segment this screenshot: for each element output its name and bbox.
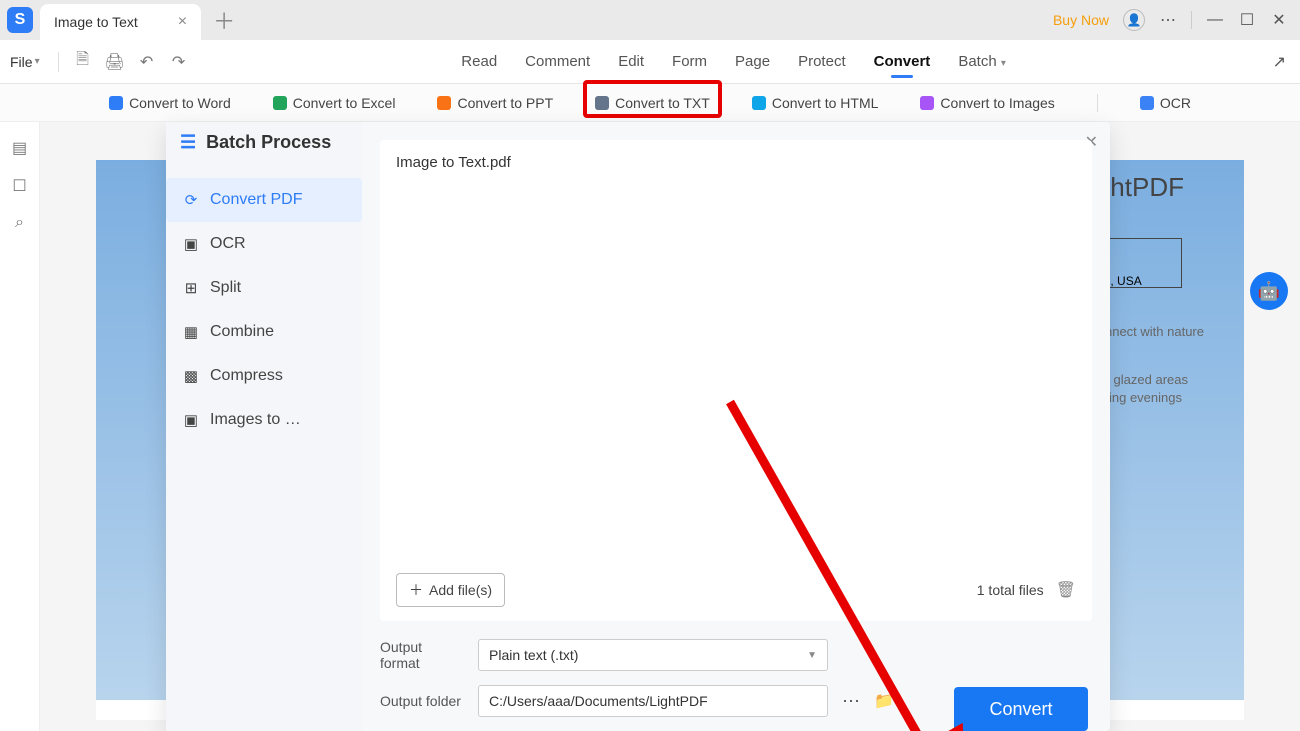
close-window-icon[interactable]: ✕ [1270, 10, 1288, 30]
html-icon [752, 96, 766, 110]
sidebar-item-combine[interactable]: ▦Combine [166, 310, 362, 354]
ppt-icon [437, 96, 451, 110]
file-menu[interactable]: File▾ [0, 54, 50, 70]
menu-comment[interactable]: Comment [525, 47, 590, 76]
file-list: Image to Text.pdf ＋ Add file(s) 1 total … [380, 140, 1092, 621]
file-row[interactable]: Image to Text.pdf [396, 154, 1076, 171]
assistant-button[interactable]: 🤖 [1250, 272, 1288, 310]
output-format-label: Output format [380, 639, 464, 671]
popout-icon[interactable]: ↗ [1273, 52, 1286, 72]
app-logo: S [7, 7, 33, 33]
txt-icon [595, 96, 609, 110]
sidebar-item-ocr[interactable]: ▣OCR [166, 222, 362, 266]
new-tab-button[interactable]: ＋ [213, 4, 235, 36]
split-icon: ⊞ [182, 279, 200, 297]
menu-convert[interactable]: Convert [874, 47, 931, 76]
convert-to-excel[interactable]: Convert to Excel [273, 95, 396, 111]
thumbnails-icon[interactable]: ▤ [12, 138, 27, 158]
convert-to-txt[interactable]: Convert to TXT [595, 95, 710, 111]
menu-page[interactable]: Page [735, 47, 770, 76]
menu-protect[interactable]: Protect [798, 47, 846, 76]
toolbar: File▾ 🗎 🖨 ↶ ↷ Read Comment Edit Form Pag… [0, 40, 1300, 84]
convert-button[interactable]: Convert [954, 687, 1088, 731]
tab-title: Image to Text [54, 14, 138, 30]
word-icon [109, 96, 123, 110]
document-tab[interactable]: Image to Text × [40, 4, 201, 40]
image-icon: ▣ [182, 411, 200, 429]
buy-now-link[interactable]: Buy Now [1053, 12, 1109, 28]
browse-more-icon[interactable]: ⋯ [842, 691, 860, 712]
convert-ribbon: Convert to Word Convert to Excel Convert… [0, 84, 1300, 122]
undo-icon[interactable]: ↶ [137, 52, 157, 72]
combine-icon: ▦ [182, 323, 200, 341]
add-files-button[interactable]: ＋ Add file(s) [396, 573, 505, 607]
compress-icon: ▩ [182, 367, 200, 385]
convert-to-images[interactable]: Convert to Images [920, 95, 1054, 111]
menu-edit[interactable]: Edit [618, 47, 644, 76]
convert-to-ppt[interactable]: Convert to PPT [437, 95, 553, 111]
batch-process-dialog: ☰ Batch Process — ✕ ⟳Convert PDF ▣OCR ⊞S… [166, 122, 1110, 731]
ocr-icon [1140, 96, 1154, 110]
convert-to-word[interactable]: Convert to Word [109, 95, 231, 111]
images-icon [920, 96, 934, 110]
left-sidebar: ▤ ☐ ⌕ [0, 122, 40, 731]
print-icon[interactable]: 🖨 [105, 52, 125, 72]
bookmark-icon[interactable]: ☐ [12, 176, 26, 196]
redo-icon[interactable]: ↷ [169, 52, 189, 72]
dialog-sidebar: ⟳Convert PDF ▣OCR ⊞Split ▦Combine ▩Compr… [166, 122, 362, 731]
search-icon[interactable]: ⌕ [15, 214, 24, 232]
output-format-select[interactable]: Plain text (.txt) ▼ [478, 639, 828, 671]
folder-icon[interactable]: 📁 [874, 691, 894, 711]
ribbon-ocr[interactable]: OCR [1140, 95, 1191, 111]
title-bar: S Image to Text × ＋ Buy Now 👤 ⋯ — ☐ ✕ [0, 0, 1300, 40]
close-tab-icon[interactable]: × [178, 13, 187, 31]
sidebar-item-images-to[interactable]: ▣Images to … [166, 398, 362, 442]
dialog-title: ☰ Batch Process [180, 132, 331, 153]
plus-icon: ＋ [409, 580, 423, 600]
sidebar-item-convert-pdf[interactable]: ⟳Convert PDF [166, 178, 362, 222]
dialog-main: Image to Text.pdf ＋ Add file(s) 1 total … [362, 122, 1110, 731]
total-files-label: 1 total files [977, 582, 1044, 598]
convert-to-html[interactable]: Convert to HTML [752, 95, 879, 111]
excel-icon [273, 96, 287, 110]
ocr-icon: ▣ [182, 235, 200, 253]
avatar-icon[interactable]: 👤 [1123, 9, 1145, 31]
sidebar-item-compress[interactable]: ▩Compress [166, 354, 362, 398]
more-icon[interactable]: ⋯ [1159, 10, 1177, 30]
sidebar-item-split[interactable]: ⊞Split [166, 266, 362, 310]
trash-icon[interactable]: 🗑 [1056, 580, 1076, 600]
output-folder-label: Output folder [380, 693, 464, 709]
menu-read[interactable]: Read [461, 47, 497, 76]
menu-batch[interactable]: Batch ▾ [958, 47, 1006, 76]
stack-icon: ☰ [180, 132, 196, 153]
minimize-icon[interactable]: — [1206, 11, 1224, 29]
refresh-icon: ⟳ [182, 191, 200, 209]
maximize-icon[interactable]: ☐ [1238, 10, 1256, 30]
chevron-down-icon: ▼ [807, 650, 817, 661]
workspace: ▤ ☐ ⌕ ghtPDF cation Sport, hington, USA … [0, 122, 1300, 731]
separator [1191, 11, 1192, 29]
output-folder-input[interactable]: C:/Users/aaa/Documents/LightPDF [478, 685, 828, 717]
menu-form[interactable]: Form [672, 47, 707, 76]
save-icon[interactable]: 🗎 [73, 52, 93, 72]
